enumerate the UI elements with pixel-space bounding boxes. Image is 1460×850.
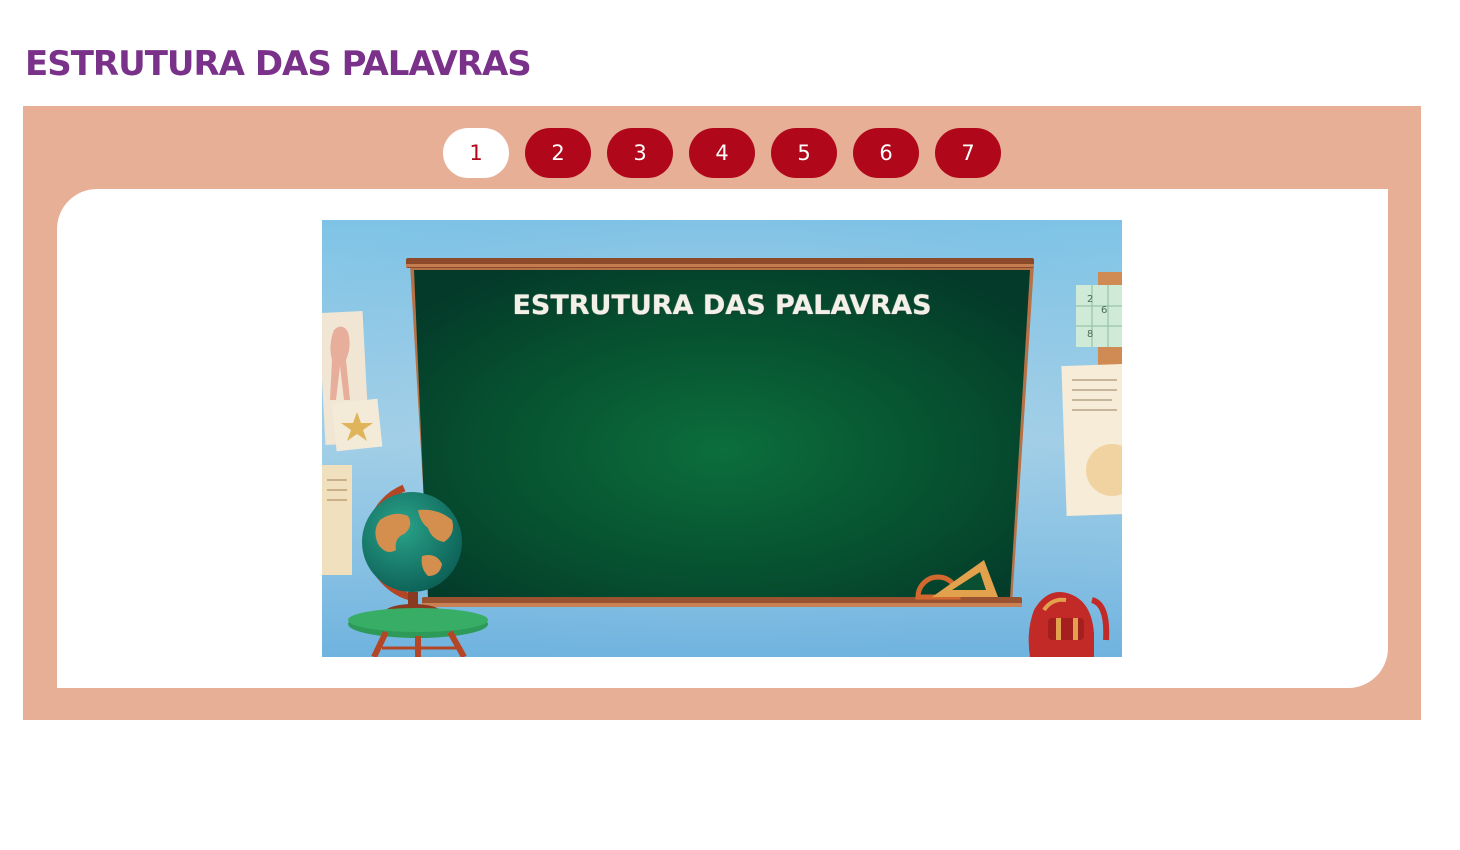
page-button-5[interactable]: 5 xyxy=(771,128,837,178)
paper-poster xyxy=(322,465,352,575)
page-title: ESTRUTURA DAS PALAVRAS xyxy=(25,44,532,84)
page-button-1[interactable]: 1 xyxy=(443,128,509,178)
page-button-2[interactable]: 2 xyxy=(525,128,591,178)
slide-heading: ESTRUTURA DAS PALAVRAS xyxy=(512,290,932,321)
sudoku-digit: 8 xyxy=(1087,329,1093,340)
page-button-4[interactable]: 4 xyxy=(689,128,755,178)
document-poster xyxy=(1061,363,1122,517)
star-note-icon xyxy=(331,398,383,452)
classroom-illustration: 2 6 8 xyxy=(322,220,1122,657)
page-button-6[interactable]: 6 xyxy=(853,128,919,178)
page-button-7[interactable]: 7 xyxy=(935,128,1001,178)
slide-image: 2 6 8 ESTRUTURA DAS PALAVRAS xyxy=(322,220,1122,657)
page-button-3[interactable]: 3 xyxy=(607,128,673,178)
slide-pagination: 1 2 3 4 5 6 7 xyxy=(443,128,1001,178)
